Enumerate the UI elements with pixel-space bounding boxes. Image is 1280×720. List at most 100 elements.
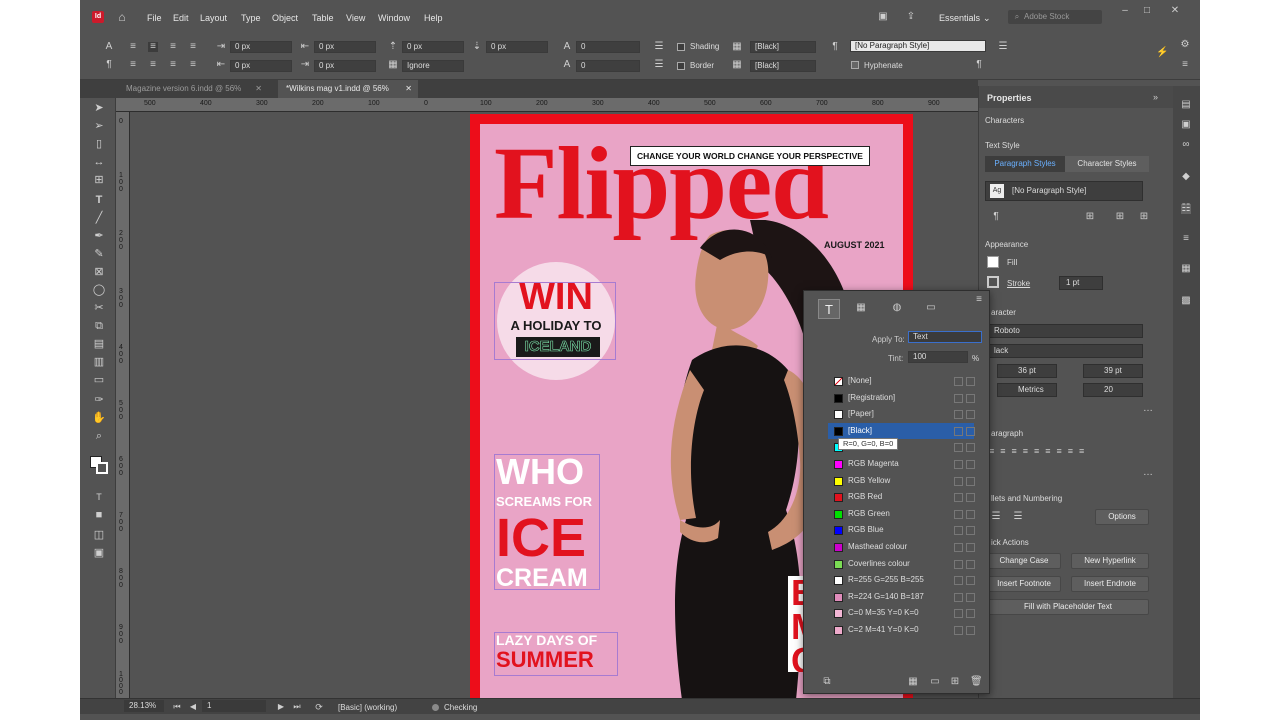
align-right-icon[interactable]: ≡ [168,42,178,52]
new-hyperlink-button[interactable]: New Hyperlink [1071,553,1149,569]
screen-mode-icon[interactable]: ▣ [92,546,106,560]
swatch-row[interactable]: RGB Yellow [828,473,975,489]
rectangle-frame-tool-icon[interactable]: ⊠ [92,265,106,279]
share-icon[interactable]: ⇪ [906,12,916,22]
menu-object[interactable]: Object [272,13,298,23]
stroke-color-chip[interactable] [987,276,999,288]
text-type-icon[interactable]: T [818,299,840,319]
border-checkbox[interactable] [677,62,685,70]
justify-right-icon[interactable]: ≡ [168,60,178,70]
stroke-swatch-icon[interactable] [96,462,108,474]
swatch-row[interactable]: C=2 M=41 Y=0 K=0 [828,622,975,638]
align-towards-spine-icon[interactable]: ≡ [188,42,198,52]
pencil-tool-icon[interactable]: ✎ [92,247,106,261]
swatch-row[interactable]: RGB Green [828,506,975,522]
justify-all-icon[interactable]: ≡ [188,60,198,70]
add-style-icon[interactable]: ⊞ [1139,212,1149,222]
clear-overrides-icon[interactable]: ¶ [974,60,984,70]
tracking-field[interactable]: 20 [1083,383,1143,397]
last-line-indent-field[interactable]: 0 px [314,60,376,72]
show-all-swatches-icon[interactable]: ⧉ [822,677,832,687]
more-options-icon[interactable]: … [1143,468,1153,478]
popup-menu-icon[interactable]: ≡ [974,295,984,305]
options-button[interactable]: Options [1095,509,1149,525]
align-left-icon[interactable]: ≡ [128,42,138,52]
fill-color-chip[interactable] [987,256,999,268]
character-controls-icon[interactable]: A [104,42,114,52]
align-center-icon[interactable]: ≡ [148,42,158,52]
kerning-field[interactable]: Metrics [997,383,1057,397]
layers-panel-icon[interactable]: ◆ [1181,172,1191,182]
font-size-field[interactable]: 36 pt [997,364,1057,378]
preflight-status[interactable]: Checking [444,703,477,712]
gradient-feather-tool-icon[interactable]: ▥ [92,355,106,369]
space-before-field[interactable]: 0 px [402,41,464,53]
font-style-dropdown[interactable]: lack [987,344,1143,358]
drawing-mode-icon[interactable]: ◫ [92,528,106,542]
swatch-row[interactable]: [Registration] [828,390,975,406]
font-family-dropdown[interactable]: Roboto [987,324,1143,338]
leading-field[interactable]: 39 pt [1083,364,1143,378]
pages-panel-icon[interactable]: ▤ [1181,100,1191,110]
paragraph-controls-icon[interactable]: ¶ [104,60,114,70]
menu-view[interactable]: View [346,13,365,23]
hyphenate-checkbox[interactable] [851,61,859,69]
page-tool-icon[interactable]: ▯ [92,137,106,151]
create-style-icon[interactable]: ⊞ [1115,212,1125,222]
drop-cap-lines-field[interactable]: 0 [576,41,640,53]
delete-swatch-icon[interactable]: 🗑 [970,677,983,687]
swatch-row[interactable]: C=0 M=35 Y=0 K=0 [828,605,975,621]
paragraph-alignment-buttons[interactable]: ≡≡≡≡≡≡≡≡≡ [989,446,1157,458]
gradient-swatch-tool-icon[interactable]: ▤ [92,337,106,351]
insert-footnote-button[interactable]: Insert Footnote [987,576,1061,592]
menu-edit[interactable]: Edit [173,13,189,23]
change-case-button[interactable]: Change Case [987,553,1061,569]
shading-settings-icon[interactable]: ▦ [732,42,742,52]
new-color-group-icon[interactable]: ▦ [908,677,918,687]
tint-field[interactable]: 100 [908,351,968,363]
numbering-icon[interactable]: ☰ [654,60,664,70]
drop-cap-chars-field[interactable]: 0 [576,60,640,72]
gap-tool-icon[interactable]: ↔ [92,155,106,169]
swatch-options-icon[interactable]: ▭ [930,677,940,687]
color-view-icon[interactable]: ◍ [892,303,902,313]
issue-date[interactable]: AUGUST 2021 [824,240,885,250]
line-tool-icon[interactable]: ╱ [92,211,106,225]
open-page-icon[interactable]: ⟳ [314,702,324,712]
menu-window[interactable]: Window [378,13,410,23]
first-page-icon[interactable]: ⏮ [172,702,182,712]
free-transform-tool-icon[interactable]: ⧉ [92,319,106,333]
menu-layout[interactable]: Layout [200,13,227,23]
close-tab-icon[interactable]: ✕ [255,80,262,98]
paragraph-style-dropdown[interactable]: [No Paragraph Style] [985,181,1143,201]
new-swatch-icon[interactable]: ⊞ [950,677,960,687]
border-color-select[interactable]: [Black] [750,60,816,72]
paragraph-mark-icon[interactable]: ¶ [991,212,1001,222]
border-settings-icon[interactable]: ▦ [732,60,742,70]
new-style-group-icon[interactable]: ⊞ [1085,212,1095,222]
content-collector-icon[interactable]: ⊞ [92,173,106,187]
quick-apply-icon[interactable]: ⚡ [1156,48,1168,58]
pen-tool-icon[interactable]: ✒ [92,229,106,243]
previous-page-icon[interactable]: ◀ [188,702,198,712]
type-tool-icon[interactable]: T [92,193,106,207]
scissors-tool-icon[interactable]: ✂ [92,301,106,315]
direct-selection-tool-icon[interactable]: ➢ [92,119,106,133]
menu-help[interactable]: Help [424,13,443,23]
selection-tool-icon[interactable]: ➤ [92,101,106,115]
swatch-row[interactable]: R=224 G=140 B=187 [828,589,975,605]
close-icon[interactable]: ✕ [1170,6,1180,16]
stroke-label[interactable]: Stroke [1007,279,1030,288]
stock-search-input[interactable]: Adobe Stock [1008,10,1102,24]
page-number-field[interactable]: 1 [202,700,266,712]
formatting-affects-text-icon[interactable]: T [92,490,106,504]
gradient-view-icon[interactable]: ▭ [926,303,936,313]
menu-file[interactable]: File [147,13,162,23]
tab-character-styles[interactable]: Character Styles [1065,156,1149,172]
insert-endnote-button[interactable]: Insert Endnote [1071,576,1149,592]
left-indent-field[interactable]: 0 px [230,41,292,53]
menu-type[interactable]: Type [241,13,261,23]
chevron-down-icon[interactable]: ⌄ [983,13,991,24]
properties-panel-icon[interactable]: ☷ [1181,204,1191,214]
preflight-profile[interactable]: [Basic] (working) [338,703,397,712]
